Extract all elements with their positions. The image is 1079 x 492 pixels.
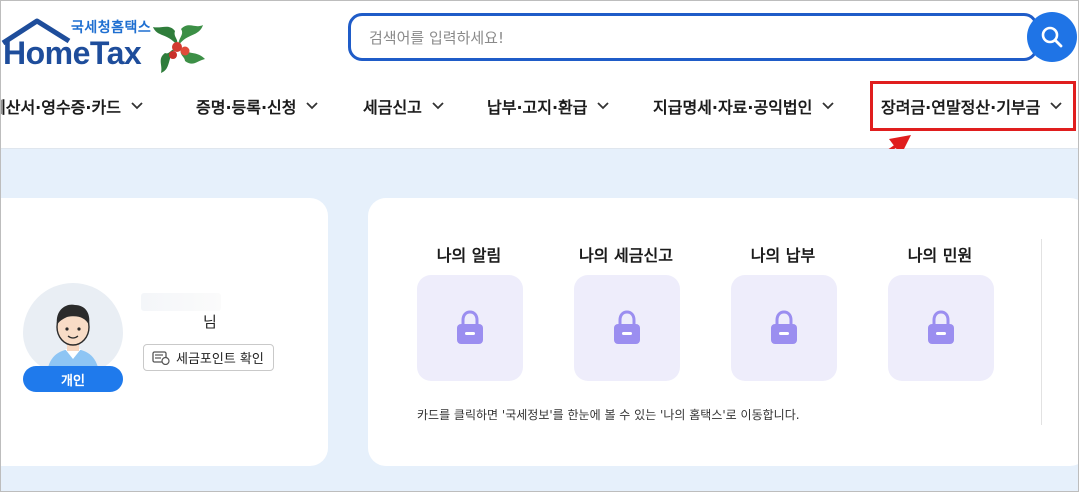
holly-icon xyxy=(153,25,205,73)
tax-point-button[interactable]: 세금포인트 확인 xyxy=(143,344,274,371)
nav-item-payment-refund[interactable]: 납부·고지·환급 xyxy=(487,93,610,119)
nav-item-label: 납부·고지·환급 xyxy=(487,98,588,117)
service-title-my-payment: 나의 납부 xyxy=(750,246,816,265)
chevron-down-icon xyxy=(597,102,610,110)
chevron-down-icon xyxy=(432,102,444,110)
lock-icon xyxy=(614,310,640,344)
service-title-my-tax-filing: 나의 세금신고 xyxy=(579,246,673,265)
avatar xyxy=(23,283,123,373)
nav-item-label: 증명·등록·신청 xyxy=(196,98,297,117)
search-input[interactable] xyxy=(369,26,989,50)
nav-item-certificate-registration[interactable]: 증명·등록·신청 xyxy=(196,93,319,119)
service-tile-my-payment[interactable] xyxy=(731,275,837,381)
user-avatar-icon xyxy=(47,304,99,373)
service-title-my-civil-request: 나의 민원 xyxy=(907,246,973,265)
tax-point-label: 세금포인트 확인 xyxy=(176,352,264,367)
search-button[interactable] xyxy=(1027,12,1077,62)
nav-item-label: 세금신고 xyxy=(363,98,422,117)
service-tile-my-tax-filing[interactable] xyxy=(574,275,680,381)
divider xyxy=(1041,239,1042,425)
user-name-blurred xyxy=(141,293,221,311)
logo-korean-text: 국세청홈택스 xyxy=(71,20,152,36)
highlight-box xyxy=(870,81,1076,131)
honorific-suffix: 님 xyxy=(203,313,217,331)
logo-wordmark: HomeTax xyxy=(3,35,142,71)
nav-item-payment-statement[interactable]: 지급명세·자료·공익법인 xyxy=(653,93,834,119)
lock-icon xyxy=(771,310,797,344)
service-tile-my-civil-request[interactable] xyxy=(888,275,994,381)
service-hint-text: 카드를 클릭하면 '국세정보'를 한눈에 볼 수 있는 '나의 홈택스'로 이동… xyxy=(417,408,800,422)
service-title-my-alerts: 나의 알림 xyxy=(436,246,502,265)
service-tile-my-alerts[interactable] xyxy=(417,275,523,381)
header: 국세청홈택스 HomeTax 계산서·영수증·카드 xyxy=(0,1,1078,149)
chevron-down-icon xyxy=(822,102,834,110)
chevron-down-icon xyxy=(131,102,143,110)
nav-item-label: 계산서·영수증·카드 xyxy=(0,98,121,117)
user-type-badge: 개인 xyxy=(23,366,123,392)
lock-icon xyxy=(928,310,954,344)
nav-item-invoice-receipt-card[interactable]: 계산서·영수증·카드 xyxy=(0,93,143,119)
coin-card-icon xyxy=(152,350,170,365)
page: 국세청홈택스 HomeTax 계산서·영수증·카드 xyxy=(0,0,1079,492)
nav-item-tax-filing[interactable]: 세금신고 xyxy=(363,93,444,119)
lock-icon xyxy=(457,310,483,344)
chevron-down-icon xyxy=(306,102,319,110)
search-box xyxy=(348,13,1038,61)
nav-item-label: 지급명세·자료·공익법인 xyxy=(653,98,813,117)
hometax-logo[interactable]: 국세청홈택스 HomeTax xyxy=(1,9,211,73)
search-icon xyxy=(1041,26,1063,48)
